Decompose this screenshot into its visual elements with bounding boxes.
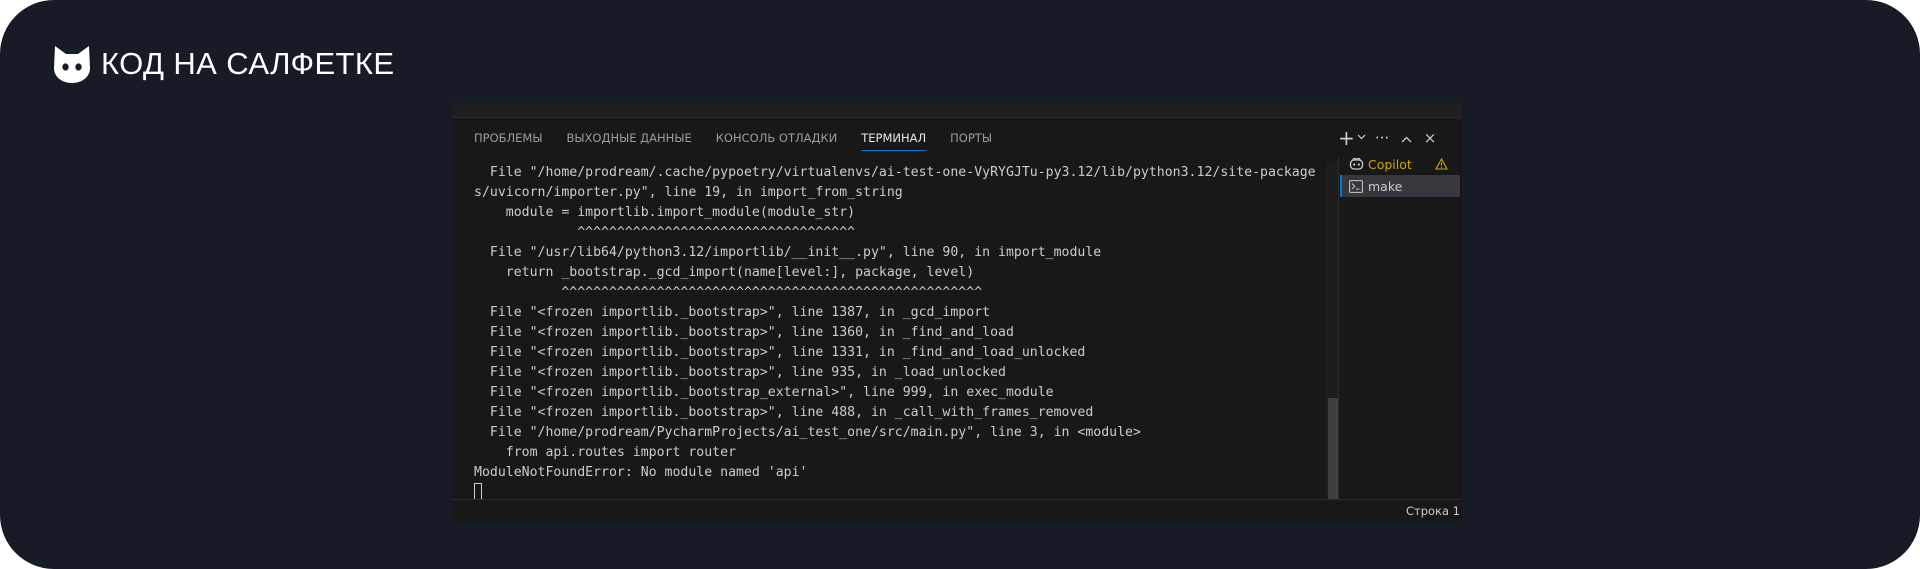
chevron-up-icon [1401, 136, 1411, 143]
brand-name: КОД НА САЛФЕТКЕ [101, 46, 395, 81]
terminal-line: File "<frozen importlib._bootstrap_exter… [474, 385, 1054, 400]
more-actions-button[interactable]: ··· [1370, 126, 1394, 150]
panel-tabs: ПРОБЛЕМЫ ВЫХОДНЫЕ ДАННЫЕ КОНСОЛЬ ОТЛАДКИ… [474, 127, 1016, 157]
terminal-line: module = importlib.import_module(module_… [474, 205, 856, 220]
line-indicator[interactable]: Строка 1 [1406, 500, 1460, 522]
tab-output[interactable]: ВЫХОДНЫЕ ДАННЫЕ [567, 127, 692, 151]
terminal-line: File "/home/prodream/PycharmProjects/ai_… [474, 425, 1141, 440]
terminal-output[interactable]: File "/home/prodream/.cache/pypoetry/vir… [474, 163, 1340, 505]
terminal-panel: ПРОБЛЕМЫ ВЫХОДНЫЕ ДАННЫЕ КОНСОЛЬ ОТЛАДКИ… [452, 103, 1462, 522]
close-icon: × [1423, 129, 1437, 147]
terminal-icon [1348, 178, 1364, 194]
terminal-line: return _bootstrap._gcd_import(name[level… [474, 265, 975, 280]
plus-icon: + [1338, 126, 1355, 150]
panel-actions: + ··· × [1338, 125, 1442, 151]
terminal-list-item-make[interactable]: make [1340, 175, 1460, 197]
tab-problems[interactable]: ПРОБЛЕМЫ [474, 127, 543, 151]
tab-terminal[interactable]: ТЕРМИНАЛ [861, 127, 926, 151]
new-terminal-button[interactable]: + [1338, 126, 1370, 150]
ellipsis-icon: ··· [1374, 129, 1390, 147]
terminal-list-label: make [1368, 178, 1403, 194]
terminal-line: File "/home/prodream/.cache/pypoetry/vir… [474, 165, 1316, 180]
tab-debug-console[interactable]: КОНСОЛЬ ОТЛАДКИ [716, 127, 837, 151]
terminal-line: ^^^^^^^^^^^^^^^^^^^^^^^^^^^^^^^^^^^^^^^^… [474, 285, 983, 300]
terminal-line: File "/usr/lib64/python3.12/importlib/__… [474, 245, 1102, 260]
terminal-line: File "<frozen importlib._bootstrap>", li… [474, 325, 1014, 340]
tab-ports[interactable]: ПОРТЫ [950, 127, 992, 151]
terminal-line: File "<frozen importlib._bootstrap>", li… [474, 345, 1086, 360]
terminal-list: Copilot make [1340, 151, 1460, 503]
warning-icon [1435, 157, 1448, 173]
status-bar: Строка 1 [452, 499, 1462, 522]
terminal-scrollbar-thumb[interactable] [1328, 398, 1338, 503]
panel-top-edge [452, 103, 1462, 118]
cat-head-icon [54, 46, 90, 83]
terminal-list-label: Copilot [1368, 156, 1412, 172]
terminal-line: s/uvicorn/importer.py", line 19, in impo… [474, 185, 903, 200]
terminal-line: File "<frozen importlib._bootstrap>", li… [474, 365, 1006, 380]
maximize-panel-button[interactable] [1394, 126, 1418, 150]
terminal-line: File "<frozen importlib._bootstrap>", li… [474, 305, 991, 320]
terminal-line: ^^^^^^^^^^^^^^^^^^^^^^^^^^^^^^^^^^^ [474, 225, 856, 240]
terminal-line: from api.routes import router [474, 445, 737, 460]
terminal-list-item-copilot[interactable]: Copilot [1340, 153, 1460, 175]
close-panel-button[interactable]: × [1418, 126, 1442, 150]
background-card: КОД НА САЛФЕТКЕ ПРОБЛЕМЫ ВЫХОДНЫЕ ДАННЫЕ… [0, 0, 1920, 569]
terminal-line: File "<frozen importlib._bootstrap>", li… [474, 405, 1094, 420]
sidebar-divider [1338, 157, 1339, 507]
copilot-icon [1348, 156, 1364, 172]
chevron-down-icon[interactable] [1357, 126, 1366, 150]
terminal-line: ModuleNotFoundError: No module named 'ap… [474, 465, 808, 480]
brand: КОД НА САЛФЕТКЕ [52, 44, 394, 84]
